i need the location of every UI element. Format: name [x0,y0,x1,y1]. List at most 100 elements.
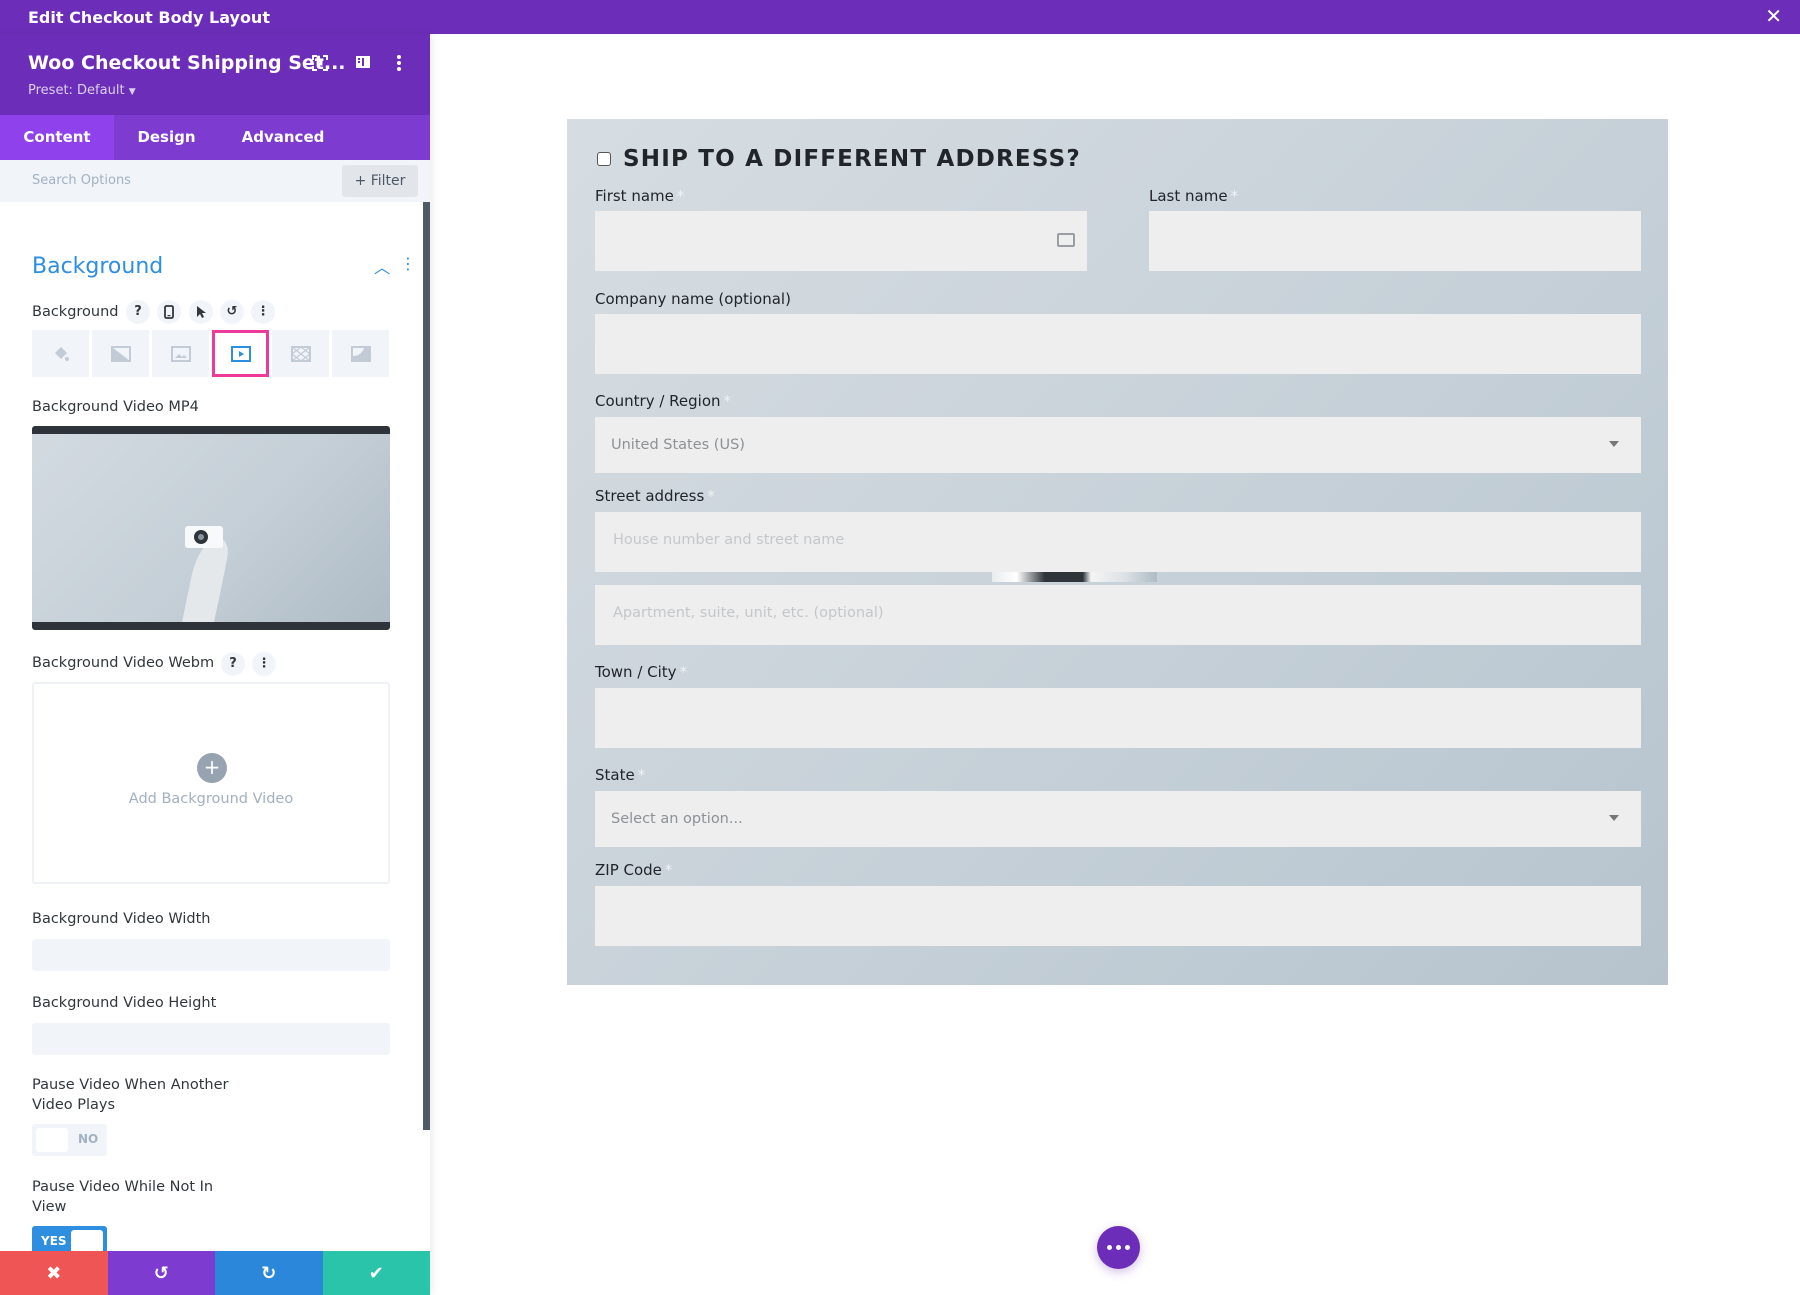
video-width-label: Background Video Width [32,911,211,927]
redo-button[interactable]: ↻ [215,1251,323,1295]
toggle-knob [71,1230,103,1252]
video-webm-upload[interactable]: + Add Background Video [32,682,390,884]
video-height-input[interactable] [32,1023,390,1055]
ship-heading: SHIP TO A DIFFERENT ADDRESS? [623,146,1081,172]
label-text: First name [595,187,674,205]
required-mark: * [637,766,646,784]
dot-icon [1125,1245,1130,1250]
state-label: State * [595,766,645,784]
paint-bucket-icon [54,346,69,361]
chevron-up-icon[interactable]: ︿ [374,254,390,278]
tab-content[interactable]: Content [0,115,114,160]
pause-other-label-line2: Video Plays [32,1097,116,1113]
contact-card-icon[interactable] [1057,233,1075,247]
close-icon[interactable]: ✕ [1765,6,1782,26]
video-icon [230,345,251,362]
country-select[interactable]: United States (US) [595,417,1641,473]
pause-view-toggle[interactable]: YES [32,1226,107,1252]
add-icon: + [197,753,227,783]
panel-body: Background ︿ ⋮ Background ? ↺ ⋮ Backgrou… [0,202,422,1252]
expand-icon[interactable] [311,54,333,76]
undo-icon: ↺ [153,1262,169,1284]
search-bar: Search Options + Filter [0,160,430,202]
pause-other-toggle[interactable]: NO [32,1124,107,1156]
caret-down-icon: ▼ [128,87,136,97]
state-value: Select an option... [611,811,743,827]
more-icon[interactable]: ⋮ [252,652,276,676]
ship-different-checkbox[interactable] [597,152,611,166]
required-mark: * [707,487,715,505]
undo-button[interactable]: ↺ [107,1251,215,1295]
pause-other-label: Pause Video When Another Video Plays [32,1077,228,1113]
panel-actions: ✖ ↺ ↻ ✔ [0,1251,430,1295]
page-settings-button[interactable] [1097,1226,1140,1269]
bg-type-pattern[interactable] [272,330,329,377]
video-thumbnail [32,434,390,622]
label-text: Town / City [595,663,677,681]
required-mark: * [679,663,688,681]
dropdown-arrow-icon [1609,815,1619,821]
label-text: Country / Region [595,392,721,410]
first-name-input[interactable] [595,211,1087,271]
save-button[interactable]: ✔ [322,1251,430,1295]
street-address-2-input[interactable]: Apartment, suite, unit, etc. (optional) [595,585,1641,645]
video-webm-label: Background Video Webm [32,655,215,671]
help-icon[interactable]: ? [221,652,245,676]
preset-dropdown[interactable]: Preset: Default ▼ [28,83,136,98]
dot-icon [1107,1245,1112,1250]
bg-type-color[interactable] [32,330,89,377]
discard-button[interactable]: ✖ [0,1251,108,1295]
toggle-state: YES [41,1234,67,1248]
video-height-label: Background Video Height [32,995,217,1011]
bg-type-image[interactable] [152,330,209,377]
label-text: State [595,766,635,784]
city-label: Town / City * [595,663,687,681]
panel-scrollbar[interactable] [423,202,430,1130]
close-icon: ✖ [46,1262,62,1284]
section-title[interactable]: Background [32,254,163,279]
tab-advanced[interactable]: Advanced [228,115,338,160]
pause-view-label-line1: Pause Video While Not In [32,1179,214,1195]
label-text: Street address [595,487,705,505]
pause-view-label-line2: View [32,1199,67,1215]
required-mark: * [664,861,673,879]
city-input[interactable] [595,688,1641,748]
last-name-label: Last name * [1149,187,1238,205]
bg-type-mask[interactable] [332,330,389,377]
street-address-input[interactable]: House number and street name [595,512,1641,572]
filter-button[interactable]: + Filter [342,165,418,197]
required-mark: * [676,187,685,205]
redo-icon: ↻ [261,1262,277,1284]
gradient-icon [110,345,131,362]
more-options-icon[interactable] [396,54,418,76]
image-icon [170,345,191,362]
video-mp4-preview[interactable] [32,426,390,630]
video-width-input[interactable] [32,939,390,971]
check-icon: ✔ [368,1262,384,1284]
camera-hand-image [182,526,228,622]
search-input[interactable]: Search Options [32,173,131,188]
zip-input[interactable] [595,886,1641,946]
top-bar: Edit Checkout Body Layout ✕ [0,0,1800,34]
shipping-form-module[interactable]: SHIP TO A DIFFERENT ADDRESS? First name *… [567,119,1668,985]
label-text: Last name [1149,187,1228,205]
tab-design[interactable]: Design [114,115,219,160]
toggle-knob [36,1128,68,1152]
street-placeholder: House number and street name [613,532,845,548]
first-name-label: First name * [595,187,684,205]
label-text: ZIP Code [595,861,662,879]
bg-type-video[interactable] [212,330,269,377]
dropdown-arrow-icon [1609,441,1619,447]
company-input[interactable] [595,314,1641,374]
pattern-icon [290,345,311,362]
sidebar-layout-icon[interactable] [355,54,377,76]
bg-type-gradient[interactable] [92,330,149,377]
section-more-icon[interactable]: ⋮ [400,254,416,273]
last-name-input[interactable] [1149,211,1641,271]
video-mp4-label: Background Video MP4 [32,399,199,415]
state-select[interactable]: Select an option... [595,791,1641,847]
country-value: United States (US) [611,437,745,453]
dot-icon [1116,1245,1121,1250]
apartment-placeholder: Apartment, suite, unit, etc. (optional) [613,605,884,621]
country-label: Country / Region * [595,392,731,410]
